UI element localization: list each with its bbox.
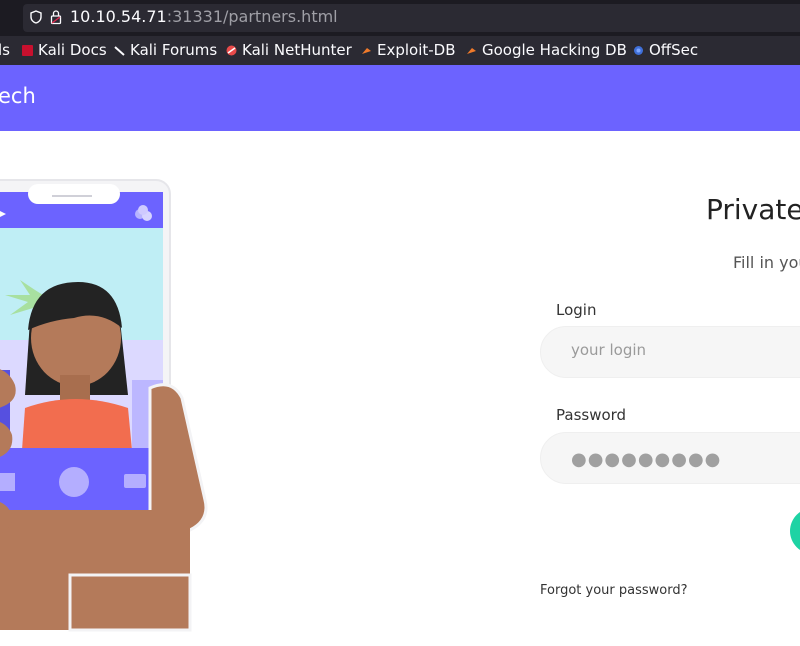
password-input[interactable]: ●●●●●●●●● <box>571 449 721 470</box>
url-host: 10.10.54.71 <box>70 7 167 26</box>
browser-toolbar: 10.10.54.71:31331/partners.html <box>0 0 800 36</box>
forgot-password-link[interactable]: Forgot your password? <box>540 583 688 598</box>
shield-icon[interactable] <box>30 10 42 24</box>
brand-name[interactable]: ech <box>0 84 36 108</box>
bookmark-kali-nethunter[interactable]: Kali NetHunter <box>226 41 352 59</box>
phone-selfie-illustration <box>0 179 208 632</box>
bookmark-label: OffSec <box>649 41 699 59</box>
page-subtitle: Fill in you <box>733 253 800 272</box>
bookmark-label: Kali Forums <box>130 41 218 59</box>
bookmark-exploit-db[interactable]: Exploit-DB <box>361 41 456 59</box>
submit-button[interactable] <box>790 508 800 554</box>
login-label: Login <box>556 301 597 319</box>
bookmark-label: Exploit-DB <box>377 41 456 59</box>
kali-docs-icon <box>22 44 33 56</box>
bookmarks-toolbar: ls Kali Docs Kali Forums Kali NetHunter … <box>0 36 800 65</box>
ghdb-icon <box>467 47 476 54</box>
bookmark-tools[interactable]: ls <box>0 41 10 59</box>
bookmark-label: Kali NetHunter <box>242 41 352 59</box>
login-field[interactable] <box>540 326 800 378</box>
url-text[interactable]: 10.10.54.71:31331/partners.html <box>70 7 338 26</box>
bookmark-label: ls <box>0 41 10 59</box>
bookmark-label: Kali Docs <box>38 41 107 59</box>
nethunter-icon <box>226 45 237 55</box>
page-title: Private <box>706 193 800 226</box>
password-label: Password <box>556 406 627 424</box>
url-path: :31331/partners.html <box>166 7 338 26</box>
site-navbar: ech <box>0 65 800 131</box>
bookmark-offsec[interactable]: OffSec <box>633 41 698 59</box>
bookmark-google-hacking-db[interactable]: Google Hacking DB <box>466 41 627 59</box>
bookmark-label: Google Hacking DB <box>482 41 627 59</box>
lock-icon[interactable] <box>50 9 62 25</box>
offsec-icon <box>634 45 643 55</box>
login-input[interactable] <box>571 341 800 359</box>
bookmark-kali-forums[interactable]: Kali Forums <box>114 41 217 59</box>
password-field[interactable]: ●●●●●●●●● <box>540 432 800 484</box>
bookmark-kali-docs[interactable]: Kali Docs <box>22 41 107 59</box>
kali-forums-icon <box>114 45 125 56</box>
exploit-db-icon <box>362 47 371 54</box>
